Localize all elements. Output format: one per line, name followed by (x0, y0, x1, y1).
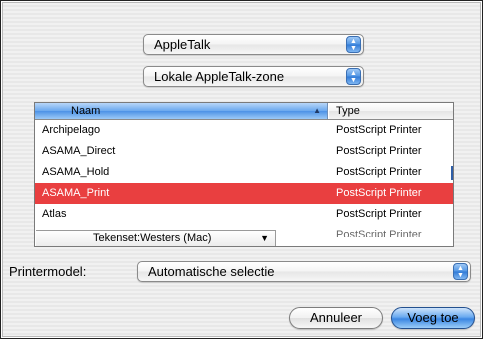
add-printer-panel: AppleTalk ▲ ▼ Lokale AppleTalk-zone ▲ ▼ Na… (2, 2, 481, 337)
column-header-type[interactable]: Type (329, 103, 453, 119)
list-header: Naam ▲ Type (35, 103, 453, 120)
up-down-arrows-icon: ▲ ▼ (346, 68, 361, 85)
printer-list[interactable]: Naam ▲ Type Archipelago PostScript Print… (34, 102, 454, 247)
printer-name: Archipelago (42, 124, 101, 136)
printer-model-label: Printermodel: (9, 264, 87, 279)
printer-type: PostScript Printer (336, 187, 422, 199)
protocol-popup-value: AppleTalk (154, 37, 211, 52)
printer-model-popup-value: Automatische selectie (148, 264, 275, 279)
column-header-name[interactable]: Naam ▲ (35, 103, 328, 119)
printer-name: ASAMA_Print (42, 187, 110, 199)
zone-popup-value: Lokale AppleTalk-zone (154, 69, 285, 84)
printer-name: Atlas (42, 208, 67, 220)
printer-type: PostScript Printer (336, 145, 422, 157)
list-edge-marker (451, 166, 453, 180)
sort-ascending-icon: ▲ (313, 106, 321, 115)
protocol-popup[interactable]: AppleTalk ▲ ▼ (143, 34, 364, 55)
table-row[interactable]: Atlas PostScript Printer (35, 204, 453, 225)
encoding-popup-label: Tekenset:Westers (Mac) (93, 232, 212, 244)
printer-name: ASAMA_Hold (42, 166, 110, 178)
table-row[interactable]: Archipelago PostScript Printer (35, 120, 453, 141)
printer-type: PostScript Printer (336, 208, 422, 220)
printer-model-popup[interactable]: Automatische selectie ▲ ▼ (137, 261, 471, 282)
printer-type: PostScript Printer (336, 124, 422, 136)
column-header-type-label: Type (336, 105, 360, 117)
table-row[interactable]: ASAMA_Direct PostScript Printer (35, 141, 453, 162)
up-down-arrows-icon: ▲ ▼ (453, 263, 468, 280)
printer-type: PostScript Printer (336, 166, 422, 178)
table-row-selected[interactable]: ASAMA_Print PostScript Printer (35, 183, 453, 204)
printer-type: PostScript Printer (336, 229, 422, 237)
list-rows: Archipelago PostScript Printer ASAMA_Dir… (35, 120, 453, 237)
encoding-popup[interactable]: Tekenset:Westers (Mac) ▼ (36, 230, 276, 246)
zone-popup[interactable]: Lokale AppleTalk-zone ▲ ▼ (143, 66, 364, 87)
cancel-button[interactable]: Annuleer (289, 307, 383, 329)
up-down-arrows-icon: ▲ ▼ (346, 36, 361, 53)
add-button[interactable]: Voeg toe (391, 307, 475, 329)
printer-name: ASAMA_Direct (42, 145, 116, 157)
triangle-down-icon: ▼ (260, 233, 269, 243)
column-header-name-label: Naam (71, 105, 101, 117)
table-row[interactable]: ASAMA_Hold PostScript Printer (35, 162, 453, 183)
